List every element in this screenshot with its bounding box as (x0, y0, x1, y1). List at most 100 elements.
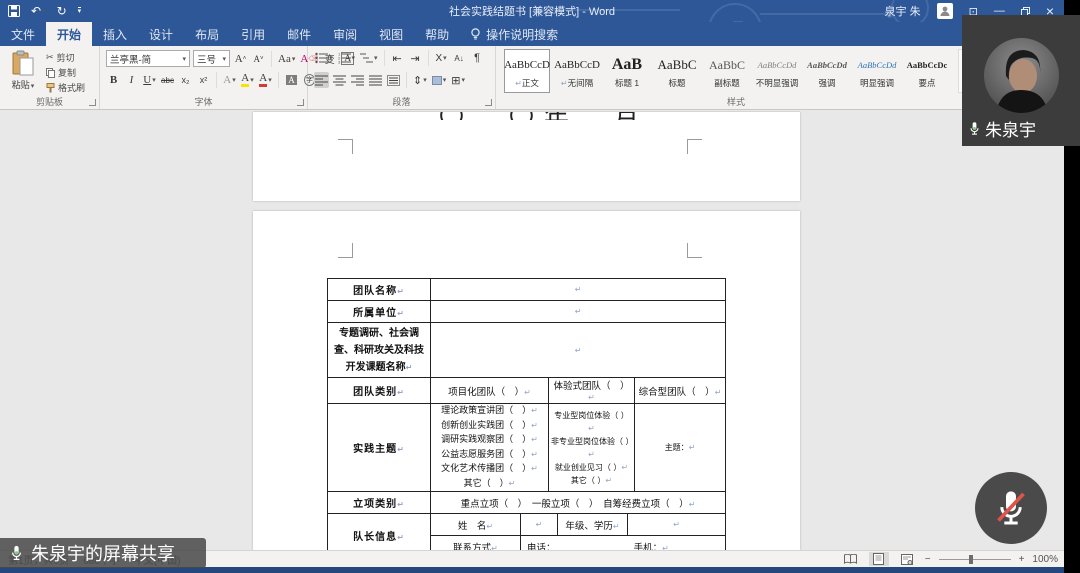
document-page-2[interactable]: 团队名称↵ ↵ 所属单位↵ ↵ 专题调研、社会调查、科研攻关及科技开发课题名称↵… (253, 211, 800, 550)
paste-button[interactable]: 粘贴▾ (5, 50, 41, 100)
asian-layout-button[interactable]: X▾ (434, 50, 449, 66)
cell-leader-contact-label[interactable]: 联系方式↵ (431, 536, 521, 551)
font-color-button[interactable]: A▾ (258, 72, 273, 88)
change-case-button[interactable]: Aa▾ (277, 51, 296, 67)
subscript-button[interactable]: x₂ (178, 72, 193, 88)
tab-insert[interactable]: 插入 (92, 22, 138, 46)
style-subtitle[interactable]: AaBbC 副标题 (704, 49, 750, 93)
justify-button[interactable] (368, 72, 383, 88)
multilevel-list-button[interactable]: ▾ (359, 50, 379, 66)
microphone-mute-button[interactable] (975, 472, 1047, 544)
cell-unit-value[interactable]: ↵ (431, 301, 726, 323)
style-heading1[interactable]: AaB 标题 1 (604, 49, 650, 93)
grow-font-button[interactable]: A˄ (233, 51, 248, 67)
user-avatar-icon[interactable] (937, 3, 953, 19)
cell-team-name-value[interactable]: ↵ (431, 279, 726, 301)
show-marks-button[interactable]: ¶ (470, 50, 485, 66)
cell-leader-grade-label[interactable]: 年级、学历↵ (558, 514, 628, 536)
tab-home[interactable]: 开始 (46, 22, 92, 46)
zoom-out-button[interactable]: − (925, 554, 931, 565)
cell-funding-value[interactable]: 重点立项（ ） 一般立项（ ） 自筹经费立项（ ）↵ (431, 492, 726, 514)
bold-button[interactable]: B (106, 72, 121, 88)
italic-button[interactable]: I (124, 72, 139, 88)
document-area[interactable]: 二〇二〇年 月 团队名称↵ ↵ 所属单位↵ ↵ (0, 111, 1064, 550)
paragraph-dialog-launcher[interactable] (485, 99, 492, 106)
clipboard-dialog-launcher[interactable] (89, 99, 96, 106)
tab-layout[interactable]: 布局 (184, 22, 230, 46)
cell-project-value[interactable]: ↵ (431, 323, 726, 378)
strikethrough-button[interactable]: abc (160, 72, 175, 88)
style-title[interactable]: AaBbC 标题 (654, 49, 700, 93)
cell-team-type-3[interactable]: 综合型团队（ ）↵ (635, 378, 726, 404)
bullets-button[interactable]: ▾ (314, 50, 334, 66)
style-subtle-emphasis[interactable]: AaBbCcDd 不明显强调 (754, 49, 800, 93)
signed-in-user[interactable]: 泉宇 朱 (885, 3, 921, 19)
document-page-1[interactable]: 二〇二〇年 月 (253, 112, 800, 201)
increase-indent-button[interactable]: ⇥ (408, 50, 423, 66)
table-row: 专题调研、社会调查、科研攻关及科技开发课题名称↵ ↵ (328, 323, 726, 378)
tell-me-search[interactable]: 操作说明搜索 (460, 22, 568, 46)
margin-mark (687, 243, 702, 258)
cell-leader-grade-value[interactable]: ↵ (628, 514, 726, 536)
web-layout-button[interactable] (897, 552, 917, 566)
font-size-combo[interactable]: 三号▾ (193, 50, 230, 67)
multilevel-list-icon (360, 52, 373, 64)
print-layout-button[interactable] (869, 552, 889, 566)
cell-team-name-label[interactable]: 团队名称↵ (328, 279, 431, 301)
sort-button[interactable]: A↓ (452, 50, 467, 66)
style-intense-emphasis[interactable]: AaBbCcDd 明显强调 (854, 49, 900, 93)
cell-funding-label[interactable]: 立项类别↵ (328, 492, 431, 514)
zoom-slider[interactable] (939, 552, 1011, 566)
cell-project-label[interactable]: 专题调研、社会调查、科研攻关及科技开发课题名称↵ (328, 323, 431, 378)
font-name-combo[interactable]: 兰亭黑-简▾ (106, 50, 190, 67)
cell-theme-col2[interactable]: 专业型岗位体验（ ）↵ 非专业型岗位体验（ ）↵ 就业创业见习（ ）↵ 其它（ … (549, 404, 635, 492)
cell-theme-topic[interactable]: 主题：↵ (635, 404, 726, 492)
zoom-in-button[interactable]: + (1019, 554, 1025, 565)
align-left-icon (315, 75, 328, 86)
tab-review[interactable]: 审阅 (322, 22, 368, 46)
superscript-button[interactable]: x² (196, 72, 211, 88)
tab-file[interactable]: 文件 (0, 22, 46, 46)
cell-theme-label[interactable]: 实践主题↵ (328, 404, 431, 492)
format-painter-button[interactable]: 格式刷 (46, 80, 85, 95)
character-shading-button[interactable]: A (284, 72, 299, 88)
zoom-level[interactable]: 100% (1032, 554, 1058, 565)
style-strong[interactable]: AaBbCcDc 要点 (904, 49, 950, 93)
text-effects-button[interactable]: A▾ (222, 72, 237, 88)
cell-leader-label[interactable]: 队长信息↵ (328, 514, 431, 551)
align-left-button[interactable] (314, 72, 329, 88)
shrink-font-button[interactable]: A˅ (251, 51, 266, 67)
decrease-indent-button[interactable]: ⇤ (390, 50, 405, 66)
copy-button[interactable]: 复制 (46, 65, 85, 80)
cell-team-type-2[interactable]: 体验式团队（ ）↵ (549, 378, 635, 404)
line-spacing-button[interactable]: ⇕▾ (412, 72, 428, 88)
cell-team-type-1[interactable]: 项目化团队（ ）↵ (431, 378, 549, 404)
style-emphasis[interactable]: AaBbCcDd 强调 (804, 49, 850, 93)
read-mode-button[interactable] (841, 552, 861, 566)
align-right-button[interactable] (350, 72, 365, 88)
cell-leader-name-label[interactable]: 姓 名↵ (431, 514, 521, 536)
webcam-panel[interactable]: 朱泉宇 (962, 15, 1080, 146)
align-center-button[interactable] (332, 72, 347, 88)
cut-button[interactable]: ✂剪切 (46, 50, 85, 65)
shading-button[interactable]: ▾ (431, 72, 448, 88)
tab-view[interactable]: 视图 (368, 22, 414, 46)
borders-button[interactable]: ⊞▾ (450, 72, 466, 88)
style-normal[interactable]: AaBbCcD ↵正文 (504, 49, 550, 93)
underline-button[interactable]: U▾ (142, 72, 157, 88)
distribute-button[interactable] (386, 72, 401, 88)
text-highlight-button[interactable]: A▾ (240, 72, 255, 88)
tab-design[interactable]: 设计 (138, 22, 184, 46)
cell-unit-label[interactable]: 所属单位↵ (328, 301, 431, 323)
tab-mailings[interactable]: 邮件 (276, 22, 322, 46)
cell-leader-name-value[interactable]: ↵ (521, 514, 558, 536)
style-no-spacing[interactable]: AaBbCcD ↵无间隔 (554, 49, 600, 93)
tab-help[interactable]: 帮助 (414, 22, 460, 46)
cell-theme-col1[interactable]: 理论政策宣讲团（ ）↵ 创新创业实践团（ ）↵ 调研实践观察团（ ）↵ 公益志愿… (431, 404, 549, 492)
tab-references[interactable]: 引用 (230, 22, 276, 46)
numbering-button[interactable]: 123▾ (337, 50, 357, 66)
zoom-slider-thumb[interactable] (969, 555, 973, 564)
font-dialog-launcher[interactable] (297, 99, 304, 106)
cell-leader-contact-value[interactable]: 电话： 手机：↵ (521, 536, 726, 551)
cell-team-type-label[interactable]: 团队类别↵ (328, 378, 431, 404)
